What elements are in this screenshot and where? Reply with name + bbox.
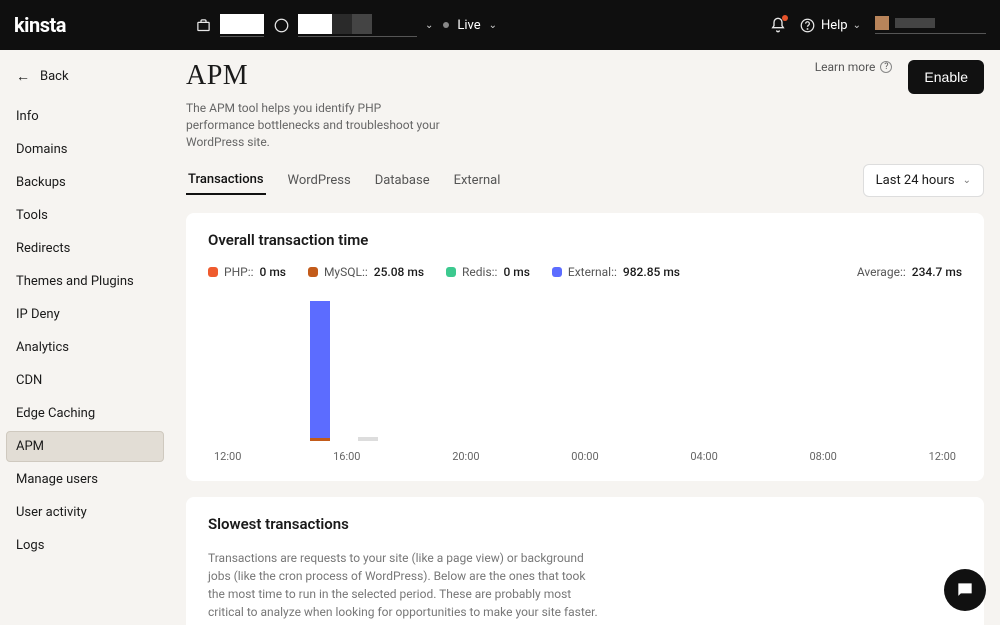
notifications-button[interactable] — [770, 17, 786, 33]
sidebar-item-backups[interactable]: Backups — [6, 167, 164, 198]
help-label: Help — [821, 18, 848, 33]
status-dot-icon — [443, 22, 449, 28]
learn-more-link[interactable]: Learn more ? — [815, 60, 893, 74]
legend-average: Average:: 234.7 ms — [857, 265, 962, 279]
arrow-left-icon: ← — [16, 68, 30, 85]
env-selector[interactable]: Live ⌄ — [443, 18, 497, 33]
card-title: Overall transaction time — [208, 231, 962, 249]
sidebar-item-logs[interactable]: Logs — [6, 530, 164, 561]
sidebar-item-redirects[interactable]: Redirects — [6, 233, 164, 264]
sidebar-item-cdn[interactable]: CDN — [6, 365, 164, 396]
user-menu[interactable] — [875, 16, 986, 34]
chart-marker — [358, 437, 378, 441]
chat-icon — [955, 580, 975, 600]
card-title: Slowest transactions — [208, 515, 962, 533]
main-content: APM The APM tool helps you identify PHP … — [170, 50, 1000, 625]
help-icon — [800, 17, 816, 33]
briefcase-icon — [196, 17, 212, 33]
chevron-down-icon: ⌄ — [425, 20, 433, 31]
tab-wordpress[interactable]: WordPress — [286, 167, 353, 194]
back-label: Back — [40, 69, 69, 84]
notification-badge — [782, 15, 788, 21]
swatch-mysql — [308, 267, 318, 277]
sidebar-item-domains[interactable]: Domains — [6, 134, 164, 165]
sidebar-item-user-activity[interactable]: User activity — [6, 497, 164, 528]
sidebar-item-info[interactable]: Info — [6, 101, 164, 132]
tab-database[interactable]: Database — [373, 167, 432, 194]
chart-legend: PHP:: 0 ms MySQL:: 25.08 ms Redis:: 0 ms… — [208, 265, 962, 279]
enable-button[interactable]: Enable — [908, 60, 984, 94]
timerange-select[interactable]: Last 24 hours ⌄ — [863, 164, 984, 197]
legend-mysql: MySQL:: 25.08 ms — [308, 265, 424, 279]
sidebar-item-apm[interactable]: APM — [6, 431, 164, 462]
swatch-php — [208, 267, 218, 277]
bar-mysql — [310, 438, 330, 441]
help-menu[interactable]: Help ⌄ — [800, 17, 861, 33]
sidebar-item-edge-caching[interactable]: Edge Caching — [6, 398, 164, 429]
card-description: Transactions are requests to your site (… — [208, 549, 598, 621]
sidebar-item-themes-plugins[interactable]: Themes and Plugins — [6, 266, 164, 297]
brand-logo[interactable]: kinsta — [14, 13, 66, 37]
tab-bar: Transactions WordPress Database External… — [186, 164, 984, 197]
page-description: The APM tool helps you identify PHP perf… — [186, 100, 446, 150]
topbar: kinsta ⌄ Live ⌄ Help ⌄ — [0, 0, 1000, 50]
chevron-down-icon: ⌄ — [853, 20, 861, 31]
overall-transaction-card: Overall transaction time PHP:: 0 ms MySQ… — [186, 213, 984, 481]
sidebar-item-manage-users[interactable]: Manage users — [6, 464, 164, 495]
sidebar-item-ip-deny[interactable]: IP Deny — [6, 299, 164, 330]
tab-external[interactable]: External — [452, 167, 503, 194]
env-label: Live — [457, 18, 480, 33]
avatar — [875, 16, 889, 30]
overall-chart[interactable] — [208, 297, 962, 442]
site-selector[interactable]: ⌄ — [274, 14, 433, 37]
chevron-down-icon: ⌄ — [963, 175, 971, 186]
tab-transactions[interactable]: Transactions — [186, 166, 266, 195]
swatch-external — [552, 267, 562, 277]
legend-redis: Redis:: 0 ms — [446, 265, 530, 279]
legend-external: External:: 982.85 ms — [552, 265, 680, 279]
chat-widget[interactable] — [944, 569, 986, 611]
legend-php: PHP:: 0 ms — [208, 265, 286, 279]
sidebar: ← Back Info Domains Backups Tools Redire… — [0, 50, 170, 625]
swatch-redis — [446, 267, 456, 277]
chart-x-axis: 12:00 16:00 20:00 00:00 04:00 08:00 12:0… — [208, 450, 962, 463]
back-button[interactable]: ← Back — [6, 62, 164, 91]
company-selector[interactable] — [196, 14, 264, 37]
bar-external — [310, 301, 330, 438]
sidebar-item-analytics[interactable]: Analytics — [6, 332, 164, 363]
slowest-transactions-card: Slowest transactions Transactions are re… — [186, 497, 984, 625]
chart-bar-1600 — [310, 301, 330, 441]
wordpress-icon — [274, 17, 290, 33]
sidebar-item-tools[interactable]: Tools — [6, 200, 164, 231]
page-title: APM — [186, 60, 446, 92]
chevron-down-icon: ⌄ — [489, 20, 497, 31]
question-icon: ? — [880, 61, 892, 73]
